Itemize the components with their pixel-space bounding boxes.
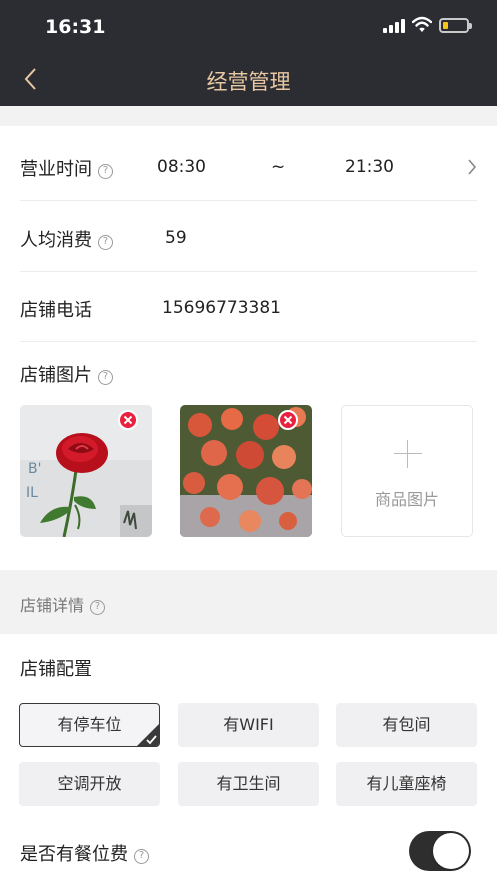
signal-icon xyxy=(383,19,405,33)
photos-label: 店铺图片? xyxy=(20,361,113,387)
battery-icon xyxy=(439,18,472,33)
seat-fee-label: 是否有餐位费? xyxy=(20,840,149,866)
section-divider xyxy=(0,106,497,126)
add-photo-label: 商品图片 xyxy=(374,490,439,509)
business-hours-label: 营业时间? xyxy=(20,155,113,181)
store-details-section: 店铺详情? xyxy=(0,570,497,634)
svg-text:IL: IL xyxy=(26,485,38,501)
config-option-air-conditioning[interactable]: 空调开放 xyxy=(19,762,160,806)
nav-bar: 经营管理 xyxy=(0,52,497,106)
phone-input[interactable]: 15696773381 xyxy=(162,298,281,318)
status-time: 16:31 xyxy=(45,16,106,38)
chevron-right-icon[interactable] xyxy=(467,158,477,176)
help-icon[interactable]: ? xyxy=(134,849,149,864)
help-icon[interactable]: ? xyxy=(98,235,113,250)
delete-photo-2-button[interactable] xyxy=(278,410,298,430)
avg-spend-row: 人均消费? 59 xyxy=(20,202,477,272)
status-bar: 16:31 xyxy=(0,0,497,52)
business-hours-row[interactable]: 营业时间? 08:30 ~ 21:30 xyxy=(20,131,477,201)
svg-text:B': B' xyxy=(28,461,41,477)
help-icon[interactable]: ? xyxy=(98,370,113,385)
phone-row: 店铺电话 15696773381 xyxy=(20,272,477,342)
store-config-title: 店铺配置 xyxy=(20,659,92,680)
wifi-icon xyxy=(412,16,432,32)
avg-spend-input[interactable]: 59 xyxy=(165,228,187,248)
page-title: 经营管理 xyxy=(206,70,291,94)
config-option-wifi[interactable]: 有WIFI xyxy=(178,703,319,747)
config-option-restroom[interactable]: 有卫生间 xyxy=(178,762,319,806)
delete-photo-1-button[interactable] xyxy=(118,410,138,430)
store-details-label: 店铺详情? xyxy=(20,592,106,616)
config-option-parking[interactable]: 有停车位 xyxy=(19,703,160,747)
config-option-private-room[interactable]: 有包间 xyxy=(336,703,477,747)
phone-label: 店铺电话 xyxy=(20,300,92,321)
help-icon[interactable]: ? xyxy=(98,164,113,179)
close-icon xyxy=(123,415,133,425)
hours-start[interactable]: 08:30 xyxy=(157,157,206,177)
close-icon xyxy=(283,415,293,425)
add-photo-button[interactable]: 商品图片 xyxy=(341,405,473,537)
check-icon xyxy=(146,735,157,745)
seat-fee-toggle[interactable] xyxy=(409,831,471,871)
store-photo-2[interactable] xyxy=(180,405,312,537)
hours-end[interactable]: 21:30 xyxy=(345,157,394,177)
hours-separator: ~ xyxy=(271,157,286,177)
store-photo-1[interactable]: B' IL xyxy=(20,405,152,537)
config-option-child-seat[interactable]: 有儿童座椅 xyxy=(336,762,477,806)
plus-icon xyxy=(407,440,408,468)
avg-spend-label: 人均消费? xyxy=(20,226,113,252)
help-icon[interactable]: ? xyxy=(90,600,106,615)
